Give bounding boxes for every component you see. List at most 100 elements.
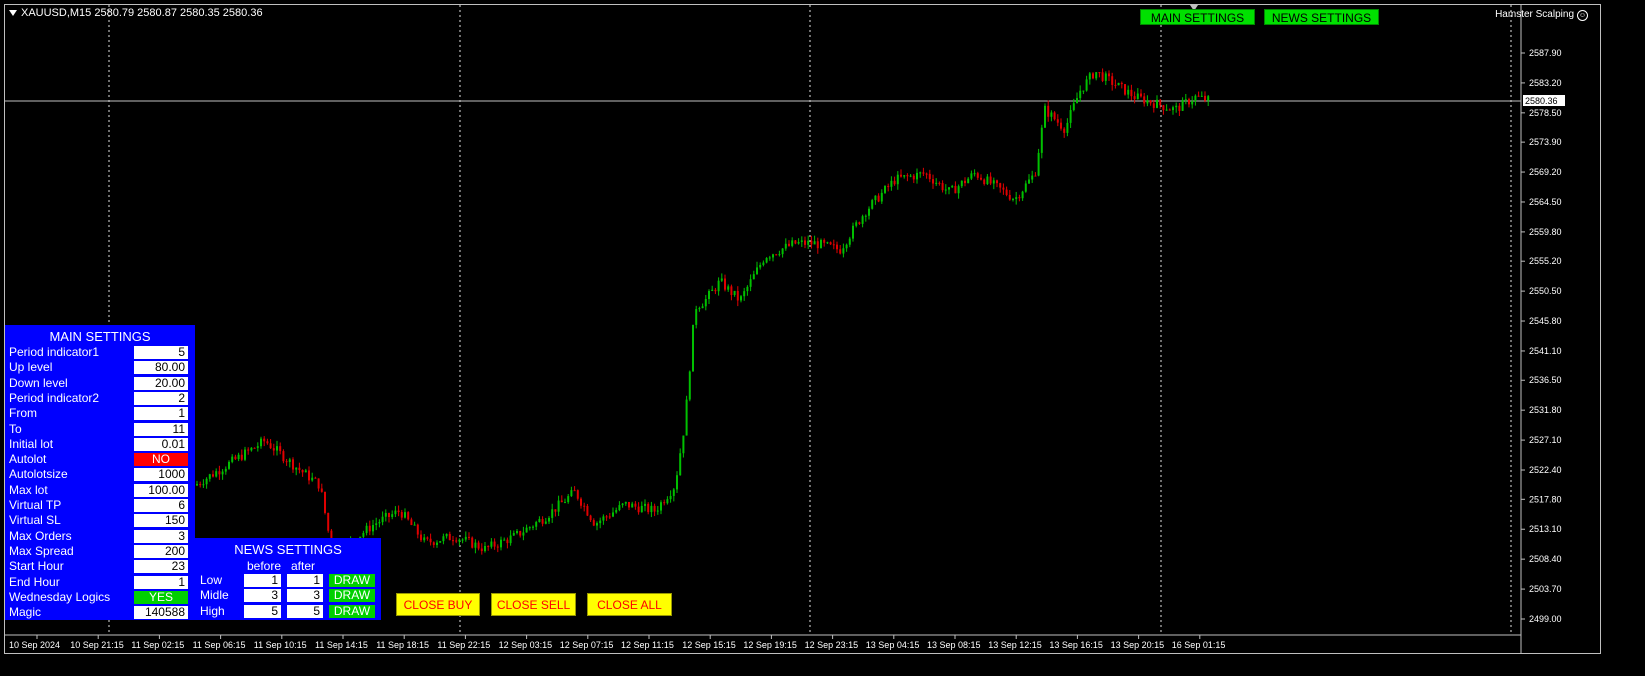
candle-body xyxy=(1184,99,1187,101)
main-settings-button[interactable]: MAIN SETTINGS xyxy=(1140,9,1255,25)
candle-body xyxy=(666,499,669,504)
candle-body xyxy=(1098,72,1101,74)
candle-body xyxy=(512,533,515,536)
candle-body xyxy=(1021,191,1024,199)
candle-body xyxy=(925,173,928,175)
time-axis-label: 10 Sep 2024 xyxy=(9,640,60,650)
candle-body xyxy=(784,243,787,249)
news-draw-button[interactable]: DRAW xyxy=(329,604,375,618)
candle-body xyxy=(436,542,438,545)
candle-body xyxy=(714,289,717,292)
news-settings-title: NEWS SETTINGS xyxy=(234,542,342,557)
price-axis-label: 2555.20 xyxy=(1529,256,1562,266)
candle-body xyxy=(564,502,566,504)
time-axis-label: 12 Sep 07:15 xyxy=(560,640,614,650)
candle-body xyxy=(266,441,269,444)
setting-value-field[interactable]: 100.00 xyxy=(134,483,188,497)
setting-value-field[interactable]: 23 xyxy=(134,560,188,574)
setting-value-field[interactable]: 3 xyxy=(134,529,188,543)
news-before-field[interactable]: 5 xyxy=(244,604,281,618)
close-sell-button[interactable]: CLOSE SELL xyxy=(491,593,576,616)
setting-label: Max lot xyxy=(9,482,48,497)
setting-value-field[interactable]: 1 xyxy=(134,407,188,421)
setting-value-field[interactable]: 200 xyxy=(134,544,188,558)
setting-value-field[interactable]: 6 xyxy=(134,499,188,512)
candle-body xyxy=(1008,194,1011,200)
candle-body xyxy=(532,526,534,528)
candle-body xyxy=(730,286,733,296)
candle-body xyxy=(493,541,496,547)
candle-body xyxy=(548,517,550,522)
candle-body xyxy=(765,258,768,263)
candle-body xyxy=(490,541,493,547)
candle-body xyxy=(624,501,627,504)
setting-value-field[interactable]: 2 xyxy=(134,391,188,405)
setting-value-field[interactable]: 80.00 xyxy=(134,361,188,375)
candle-body xyxy=(448,533,451,541)
candle-body xyxy=(573,490,576,492)
candle-body xyxy=(615,510,618,513)
candle-body xyxy=(996,180,998,184)
candle-body xyxy=(1178,105,1181,111)
candle-body xyxy=(1156,99,1158,108)
setting-value-field[interactable]: 1 xyxy=(134,575,188,589)
candle-body xyxy=(608,516,611,518)
candle-body xyxy=(1133,96,1136,100)
candle-body xyxy=(880,192,883,202)
candle-body xyxy=(701,306,704,309)
setting-value-field[interactable]: 150 xyxy=(134,514,188,528)
candle-body xyxy=(484,546,486,552)
candle-body xyxy=(746,286,749,292)
candle-body xyxy=(983,179,986,185)
candle-body xyxy=(1111,76,1114,85)
candle-body xyxy=(967,178,970,184)
news-before-field[interactable]: 3 xyxy=(244,589,281,603)
candle-body xyxy=(519,531,522,536)
candle-body xyxy=(1200,95,1203,97)
news-after-field[interactable]: 3 xyxy=(287,589,323,603)
candle-body xyxy=(378,522,381,524)
candle-body xyxy=(845,244,848,249)
candle-body xyxy=(1082,90,1085,92)
setting-value-field[interactable]: YES xyxy=(134,590,188,604)
close-all-button[interactable]: CLOSE ALL xyxy=(587,593,672,616)
close-buy-button[interactable]: CLOSE BUY xyxy=(396,593,480,616)
candle-body xyxy=(1085,79,1088,91)
candle-body xyxy=(884,186,886,193)
candle-body xyxy=(1024,183,1027,192)
news-draw-button[interactable]: DRAW xyxy=(329,574,375,587)
setting-value-field[interactable]: NO xyxy=(134,453,188,467)
news-before-field[interactable]: 1 xyxy=(244,574,281,587)
candle-body xyxy=(292,459,294,470)
candle-body xyxy=(1040,127,1043,153)
candle-body xyxy=(247,449,250,451)
candle-body xyxy=(896,174,899,185)
price-axis-label: 2508.40 xyxy=(1529,554,1562,564)
price-axis-label: 2550.50 xyxy=(1529,286,1562,296)
setting-label: Up level xyxy=(9,360,53,375)
candle-body xyxy=(864,215,867,217)
setting-value-field[interactable]: 1000 xyxy=(134,468,188,482)
candle-body xyxy=(202,484,205,486)
candle-body xyxy=(503,539,506,541)
setting-value-field[interactable]: 0.01 xyxy=(134,437,188,451)
setting-value-field[interactable]: 11 xyxy=(134,422,188,436)
candle-body xyxy=(1012,199,1014,201)
setting-value-field[interactable]: 5 xyxy=(134,346,188,359)
price-axis-label: 2536.50 xyxy=(1529,375,1562,385)
candle-body xyxy=(708,290,710,299)
candle-body xyxy=(416,524,419,535)
news-draw-button[interactable]: DRAW xyxy=(329,589,375,603)
news-settings-button[interactable]: NEWS SETTINGS xyxy=(1264,9,1379,25)
candle-body xyxy=(1015,197,1018,200)
setting-value-field[interactable]: 140588 xyxy=(134,606,188,620)
ea-name-label: Hamster Scalping ☺ xyxy=(1495,9,1588,21)
news-after-field[interactable]: 5 xyxy=(287,604,323,618)
price-axis-label: 2583.20 xyxy=(1529,78,1562,88)
chevron-down-icon[interactable] xyxy=(9,10,17,17)
setting-value-field[interactable]: 20.00 xyxy=(134,376,188,390)
news-after-field[interactable]: 1 xyxy=(287,574,323,587)
candle-body xyxy=(253,447,256,449)
candle-body xyxy=(199,484,202,486)
candle-body xyxy=(823,239,826,243)
